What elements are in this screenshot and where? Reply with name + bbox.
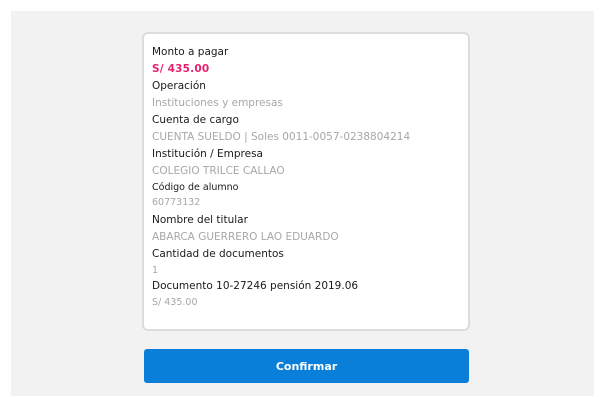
institution-value: COLEGIO TRILCE CALLAO: [152, 165, 285, 177]
amount-label: Monto a pagar: [152, 46, 229, 58]
student-code-label: Código de alumno: [152, 182, 239, 193]
institution-label: Institución / Empresa: [152, 148, 263, 160]
document-amount-value: S/ 435.00: [152, 297, 198, 308]
account-value: CUENTA SUELDO | Soles 0011-0057-02388042…: [152, 131, 411, 143]
holder-value: ABARCA GUERRERO LAO EDUARDO: [152, 231, 339, 243]
operation-value: Instituciones y empresas: [152, 97, 283, 109]
student-code-value: 60773132: [152, 197, 201, 208]
payment-summary-card: Monto a pagar S/ 435.00 Operación Instit…: [142, 32, 470, 331]
document-count-value: 1: [152, 265, 159, 276]
holder-label: Nombre del titular: [152, 214, 248, 226]
operation-label: Operación: [152, 80, 206, 92]
confirm-button[interactable]: Confirmar: [144, 349, 469, 383]
amount-value: S/ 435.00: [152, 63, 210, 75]
account-label: Cuenta de cargo: [152, 114, 239, 126]
document-label: Documento 10-27246 pensión 2019.06: [152, 280, 359, 292]
document-count-label: Cantidad de documentos: [152, 248, 284, 260]
